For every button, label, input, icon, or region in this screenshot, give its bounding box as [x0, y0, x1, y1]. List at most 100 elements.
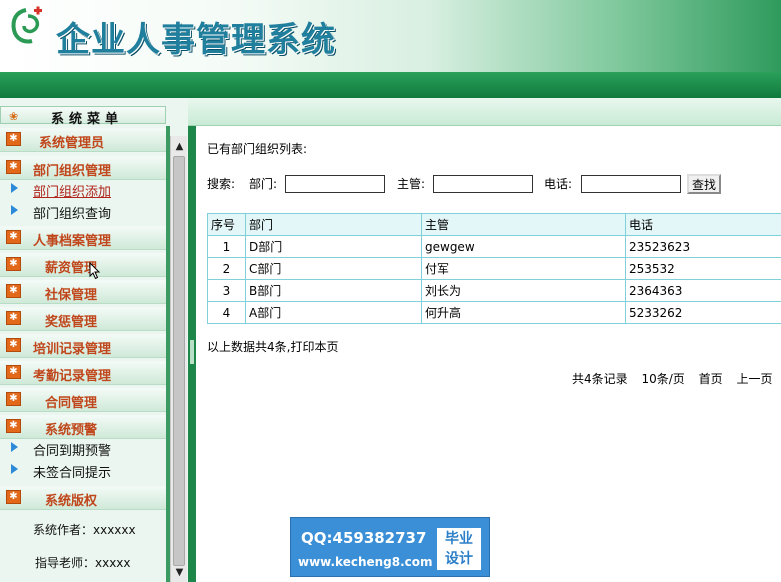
cell-dept: B部门 — [245, 279, 422, 302]
menu-category-copyright[interactable]: ✱ 系统版权 — [0, 486, 166, 510]
menu-item-label[interactable]: 部门组织添加 — [33, 181, 111, 200]
logo-icon — [11, 6, 42, 44]
sun-icon: ✱ — [6, 257, 21, 271]
cell-phone: 5233262 — [625, 301, 781, 324]
chevron-down-icon[interactable]: ▼ — [171, 564, 188, 581]
sun-icon: ✱ — [6, 392, 21, 406]
search-button[interactable]: 查找 — [687, 174, 722, 194]
menu-item-contract-expiry[interactable]: 合同到期预警 — [0, 437, 166, 459]
badge-line1: 毕业 — [445, 531, 473, 547]
data-summary: 以上数据共4条,打印本页 — [207, 340, 339, 354]
col-header-dept: 部门 — [245, 213, 422, 236]
teacher-info: 指导老师：xxxxx — [35, 556, 131, 570]
menu-category-admin[interactable]: ✱ 系统管理员 — [0, 128, 166, 152]
col-header-index: 序号 — [207, 213, 246, 236]
phone-input[interactable] — [581, 175, 681, 193]
menu-title: 系统菜单 — [51, 112, 124, 127]
pager-total: 共4条记录 — [572, 372, 628, 386]
divider-grip[interactable] — [190, 340, 194, 364]
menu-category-label: 系统版权 — [45, 494, 98, 509]
manager-input[interactable] — [433, 175, 533, 193]
menu-category-label: 系统预警 — [45, 423, 98, 438]
cell-dept: C部门 — [245, 257, 422, 280]
table-row: 2 C部门 付军 253532 — [207, 257, 781, 280]
menu-category-label: 人事档案管理 — [33, 234, 112, 249]
sidebar-scrollbar[interactable]: ▲ ▼ — [170, 136, 187, 582]
menu-category-training[interactable]: ✱ 培训记录管理 — [0, 334, 166, 358]
badge-line2: 设计 — [445, 551, 473, 567]
cell-phone: 2364363 — [625, 279, 781, 302]
header-band — [0, 72, 781, 98]
sun-icon: ✱ — [6, 311, 21, 325]
watermark-url: www.kecheng8.com — [298, 555, 433, 569]
sun-icon: ✱ — [6, 338, 21, 352]
menu-category-contract[interactable]: ✱ 合同管理 — [0, 388, 166, 412]
menu-category-label: 考勤记录管理 — [33, 369, 112, 384]
sun-icon: ✱ — [6, 490, 21, 504]
pager-first-link[interactable]: 首页 — [699, 372, 723, 386]
pager-per-page: 10条/页 — [641, 372, 685, 386]
menu-category-dept[interactable]: ✱ 部门组织管理 — [0, 156, 166, 180]
table-row: 4 A部门 何升高 5233262 — [207, 301, 781, 324]
menu-category-label: 培训记录管理 — [33, 342, 112, 357]
menu-header: ❀ 系统菜单 — [0, 106, 166, 127]
sun-icon: ✱ — [6, 365, 21, 379]
sun-icon: ✱ — [6, 160, 21, 174]
pagination: 共4条记录 10条/页 首页 上一页 下 — [572, 370, 781, 387]
menu-item-dept-add[interactable]: 部门组织添加 — [0, 178, 166, 200]
cell-manager: gewgew — [421, 235, 626, 258]
watermark-qq: QQ:459382737 — [301, 529, 427, 547]
content-top-band — [170, 98, 781, 126]
table-row: 3 B部门 刘长为 2364363 — [207, 279, 781, 302]
search-bar: 搜索: 部门: 主管: 电话: 查找 — [207, 174, 781, 195]
mouse-cursor-icon — [89, 262, 101, 280]
menu-category-personnel[interactable]: ✱ 人事档案管理 — [0, 226, 166, 250]
menu-item-label[interactable]: 合同到期预警 — [33, 440, 111, 459]
menu-item-unsigned-contract[interactable]: 未签合同提示 — [0, 459, 166, 481]
list-title: 已有部门组织列表: — [207, 142, 308, 156]
search-label: 搜索: — [207, 177, 236, 191]
dept-label: 部门: — [249, 177, 278, 191]
menu-item-dept-query[interactable]: 部门组织查询 — [0, 200, 166, 222]
cell-dept: D部门 — [245, 235, 422, 258]
menu-category-label: 部门组织管理 — [33, 164, 112, 179]
scrollbar-thumb[interactable] — [173, 156, 185, 566]
table-header-row: 序号 部门 主管 电话 — [207, 213, 781, 236]
watermark-badge: 毕业 设计 — [437, 528, 481, 570]
pager-prev-link[interactable]: 上一页 — [736, 372, 772, 386]
menu-category-label: 社保管理 — [45, 288, 98, 303]
menu-category-rewards[interactable]: ✱ 奖惩管理 — [0, 307, 166, 331]
manager-label: 主管: — [397, 177, 426, 191]
sun-icon: ✱ — [6, 284, 21, 298]
chevron-up-icon[interactable]: ▲ — [171, 138, 188, 155]
menu-category-warning[interactable]: ✱ 系统预警 — [0, 415, 166, 439]
menu-item-label[interactable]: 未签合同提示 — [33, 462, 111, 481]
sun-icon: ✱ — [6, 132, 21, 146]
cell-manager: 何升高 — [421, 301, 626, 324]
col-header-phone: 电话 — [625, 213, 781, 236]
dept-table: 序号 部门 主管 电话 1 D部门 gewgew 23523623 2 C部门 … — [207, 213, 781, 324]
cell-index: 2 — [207, 257, 246, 280]
menu-item-label[interactable]: 部门组织查询 — [33, 203, 111, 222]
arrow-right-icon — [11, 442, 18, 452]
main-content: 已有部门组织列表: 搜索: 部门: 主管: 电话: 查找 序号 部门 主管 电话… — [196, 126, 781, 582]
cell-index: 1 — [207, 235, 246, 258]
menu-category-label: 系统管理员 — [39, 136, 105, 151]
cell-index: 3 — [207, 279, 246, 302]
app-title: 企业人事管理系统 — [56, 20, 336, 60]
cell-manager: 刘长为 — [421, 279, 626, 302]
dept-input[interactable] — [285, 175, 385, 193]
menu-category-insurance[interactable]: ✱ 社保管理 — [0, 280, 166, 304]
cell-phone: 23523623 — [625, 235, 781, 258]
flower-icon: ❀ — [9, 110, 19, 123]
table-row: 1 D部门 gewgew 23523623 — [207, 235, 781, 258]
menu-category-label: 合同管理 — [45, 396, 98, 411]
app-header: 企业人事管理系统 — [0, 0, 781, 72]
col-header-manager: 主管 — [421, 213, 626, 236]
menu-category-salary[interactable]: ✱ 薪资管理 — [0, 253, 166, 277]
menu-category-attendance[interactable]: ✱ 考勤记录管理 — [0, 361, 166, 385]
phone-label: 电话: — [544, 177, 573, 191]
menu-category-label: 奖惩管理 — [45, 315, 98, 330]
sun-icon: ✱ — [6, 419, 21, 433]
watermark-banner: QQ:459382737 www.kecheng8.com 毕业 设计 — [290, 517, 490, 577]
